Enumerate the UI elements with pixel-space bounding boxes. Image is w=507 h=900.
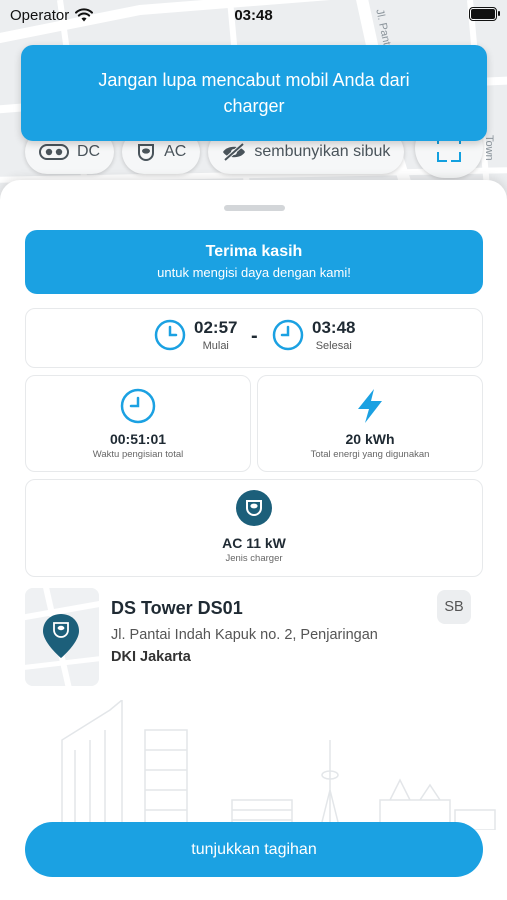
show-bill-button[interactable]: tunjukkan tagihan xyxy=(25,822,483,877)
start-time-group: 02:57 Mulai xyxy=(154,317,237,353)
station-badge: SB xyxy=(437,590,471,624)
map-street-label: Town xyxy=(483,135,495,161)
status-bar: Operator 03:48 xyxy=(0,0,507,30)
station-info[interactable]: DS Tower DS01 Jl. Pantai Indah Kapuk no.… xyxy=(25,588,483,688)
station-name: DS Tower DS01 xyxy=(111,598,243,618)
charging-summary-sheet: Terima kasih untuk mengisi daya dengan k… xyxy=(0,180,507,900)
eye-off-icon xyxy=(222,143,246,161)
reminder-toast: Jangan lupa mencabut mobil Anda dari cha… xyxy=(21,45,487,141)
battery-icon xyxy=(469,7,500,21)
start-time-value: 02:57 xyxy=(194,318,238,337)
dc-plug-icon xyxy=(39,144,69,160)
lightning-icon xyxy=(358,389,382,423)
time-separator: - xyxy=(251,325,258,347)
energy-label: Total energi yang digunakan xyxy=(310,449,430,460)
clock-icon xyxy=(154,319,186,351)
carrier-label: Operator xyxy=(10,6,70,24)
city-skyline-illustration xyxy=(61,700,496,830)
station-map-thumbnail xyxy=(25,588,99,686)
end-time-group: 03:48 Selesai xyxy=(272,317,355,353)
thank-you-subtitle: untuk mengisi daya dengan kami! xyxy=(157,265,351,280)
thank-you-banner: Terima kasih untuk mengisi daya dengan k… xyxy=(25,230,483,294)
end-time-value: 03:48 xyxy=(312,318,356,337)
ac-plug-icon xyxy=(236,490,272,526)
filter-dc-label: DC xyxy=(77,143,101,160)
duration-card: 00:51:01 Waktu pengisian total xyxy=(25,375,251,472)
charger-type-value: AC 11 kW xyxy=(222,535,286,551)
session-time-card: 02:57 Mulai - 03:48 Selesai xyxy=(25,308,483,368)
clock-icon xyxy=(272,319,304,351)
ac-plug-icon xyxy=(136,142,156,162)
start-time-label: Mulai xyxy=(202,340,229,352)
wifi-icon xyxy=(75,8,94,22)
filter-ac-label: AC xyxy=(164,143,187,160)
station-city: DKI Jakarta xyxy=(111,649,191,665)
sheet-drag-handle[interactable] xyxy=(224,205,285,211)
energy-card: 20 kWh Total energi yang digunakan xyxy=(257,375,483,472)
clock-icon xyxy=(120,388,156,424)
station-address: Jl. Pantai Indah Kapuk no. 2, Penjaringa… xyxy=(111,627,378,643)
charger-type-card: AC 11 kW Jenis charger xyxy=(25,479,483,577)
thank-you-title: Terima kasih xyxy=(205,243,303,260)
duration-label: Waktu pengisian total xyxy=(92,449,184,460)
energy-value: 20 kWh xyxy=(345,431,395,447)
duration-value: 00:51:01 xyxy=(109,431,167,447)
end-time-label: Selesai xyxy=(315,340,352,352)
charger-type-label: Jenis charger xyxy=(225,553,283,564)
filter-hide-busy-label: sembunyikan sibuk xyxy=(254,143,391,160)
